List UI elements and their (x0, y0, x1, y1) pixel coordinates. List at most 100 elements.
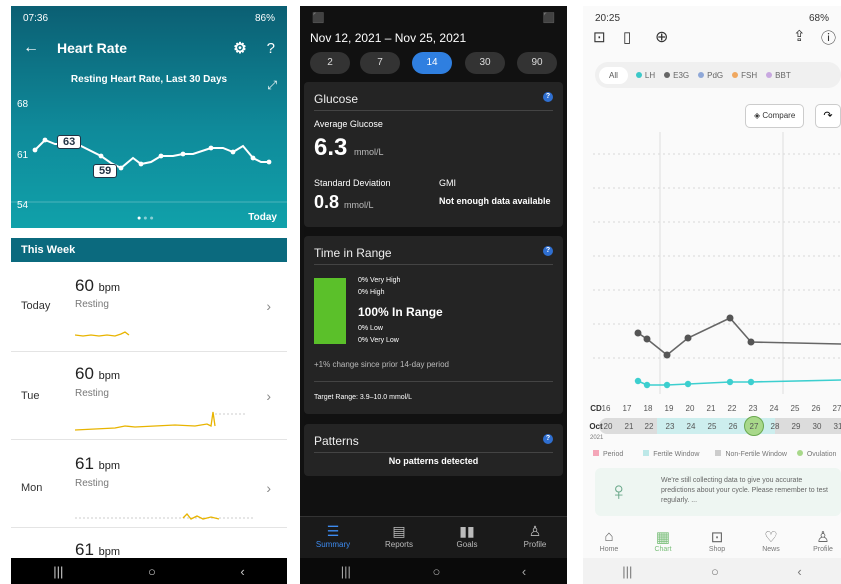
date-row: Oct 20 21 22 23 24 25 26 27 28 29 30 31 (583, 422, 841, 434)
range-bar (314, 278, 346, 344)
card-title: Patterns (314, 434, 359, 448)
time-in-range-card: Time in Range ? 0% Very High 0% High 100… (304, 236, 563, 414)
legend-period: Period (593, 450, 623, 458)
card-title: Time in Range (314, 246, 392, 260)
add-icon[interactable]: ⊕ (655, 27, 668, 47)
system-nav-bar: ||| ○ ‹ (300, 558, 567, 584)
card-title: Glucose (314, 92, 359, 106)
back-icon[interactable]: ‹ (240, 564, 244, 579)
day-row-tue[interactable]: Tue 60 bpm Resting › (11, 352, 287, 440)
heart-icon: ♡ (764, 529, 778, 546)
high: 0% High (358, 289, 385, 296)
filter-fsh[interactable]: FSH (732, 71, 757, 80)
gmi-value: Not enough data available (439, 196, 551, 206)
status-battery: 68% (808, 12, 829, 24)
document-icon[interactable]: ▯ (623, 28, 631, 46)
info-icon[interactable]: ⓘ (821, 27, 836, 48)
sd-label: Standard Deviation (314, 178, 391, 188)
day-row-mon[interactable]: Mon 61 bpm Resting › (11, 440, 287, 528)
hormone-chart[interactable] (583, 132, 841, 394)
row-day: Tue (21, 390, 40, 402)
tab-shop[interactable]: ⊡ Shop (697, 528, 737, 553)
illustration-icon: ♀ (609, 476, 629, 506)
in-range: 100% In Range (358, 305, 443, 319)
mini-chart (75, 411, 245, 431)
cycle-day-row: CD 16 17 18 19 20 21 22 23 24 25 26 27 (583, 404, 841, 416)
row-day: Today (21, 300, 51, 312)
tab-reports[interactable]: ▤ Reports (374, 523, 424, 549)
home-icon[interactable]: ○ (711, 564, 719, 579)
filter-lh[interactable]: LH (635, 71, 655, 80)
tab-chart[interactable]: ▦ Chart (643, 528, 683, 553)
filter-e3g[interactable]: E3G (664, 71, 689, 80)
tab-profile[interactable]: ♙ Profile (803, 528, 841, 553)
very-low: 0% Very Low (358, 337, 399, 344)
layers-icon: ◈ (754, 111, 761, 120)
year-label: 2021 (590, 435, 604, 441)
bottom-tab-bar: ☰ Summary ▤ Reports ▮▮ Goals ♙ Profile (300, 516, 567, 558)
person-icon: ♙ (816, 529, 830, 546)
chevron-right-icon: › (266, 480, 271, 496)
period-7[interactable]: 7 (360, 52, 400, 74)
compare-button[interactable]: ◈ Compare (745, 104, 805, 128)
tab-news[interactable]: ♡ News (751, 528, 791, 553)
row-bpm: 60 bpm (75, 364, 121, 383)
row-sub: Resting (75, 388, 109, 399)
patterns-text: No patterns detected (388, 456, 479, 466)
recents-icon[interactable]: ||| (53, 564, 63, 579)
period-90[interactable]: 90 (517, 52, 557, 74)
recents-icon[interactable]: ||| (341, 564, 351, 579)
patterns-card: Patterns ? No patterns detected (304, 424, 563, 476)
system-nav-bar: ||| ○ ‹ (11, 558, 287, 584)
trend-icon[interactable]: ⊡ (593, 28, 606, 46)
filter-bbt[interactable]: BBT (766, 71, 791, 80)
avg-label: Average Glucose (314, 119, 383, 129)
min-value-bubble: 59 (93, 164, 118, 178)
help-icon[interactable]: ? (543, 92, 553, 102)
back-icon[interactable]: ‹ (797, 564, 801, 579)
hormone-filter-bar: All LH E3G PdG FSH BBT (595, 62, 841, 88)
home-icon: ⌂ (604, 528, 614, 545)
tab-profile[interactable]: ♙ Profile (510, 523, 560, 549)
period-30[interactable]: 30 (465, 52, 505, 74)
avg-value: 6.3 mmol/L (314, 134, 384, 161)
row-bpm: 61 bpm (75, 454, 121, 473)
low: 0% Low (358, 325, 383, 332)
status-bar: ⬛ ⬛ (312, 12, 555, 24)
help-icon[interactable]: ? (543, 246, 553, 256)
status-time: 20:25 (595, 12, 621, 24)
help-icon[interactable]: ? (543, 434, 553, 444)
very-high: 0% Very High (358, 277, 401, 284)
day-row-today[interactable]: Today 60 bpm Resting › (11, 262, 287, 352)
gmi-label: GMI (439, 178, 456, 188)
heart-rate-screen: 07:36 86% ← Heart Rate ⚙ ? Resting Heart… (11, 6, 287, 584)
tab-summary[interactable]: ☰ Summary (308, 523, 358, 549)
info-banner[interactable]: ♀ We're still collecting data to give yo… (595, 468, 841, 516)
share-icon[interactable]: ⇪ (793, 27, 806, 45)
period-2[interactable]: 2 (310, 52, 350, 74)
page-dots: ●●● (137, 215, 156, 222)
cycle-chart-screen: 20:25 68% ⊡ ▯ ⊕ ⇪ ⓘ All LH E3G PdG FSH B… (583, 6, 841, 584)
heart-rate-line-chart[interactable] (11, 6, 287, 228)
row-sub: Resting (75, 478, 109, 489)
date-range[interactable]: Nov 12, 2021 – Nov 25, 2021 (310, 31, 466, 45)
home-icon[interactable]: ○ (148, 564, 156, 579)
home-icon[interactable]: ○ (432, 564, 440, 579)
chart-icon: ▦ (655, 529, 671, 546)
row-bpm: 61 bpm (75, 540, 121, 559)
today-axis-label: Today (248, 212, 277, 223)
redo-button[interactable]: ↷ (815, 104, 841, 128)
filter-pdg[interactable]: PdG (698, 71, 723, 80)
filter-all[interactable]: All (599, 66, 628, 84)
period-14[interactable]: 14 (412, 52, 452, 74)
report-icon: ▤ (392, 523, 406, 539)
tab-goals[interactable]: ▮▮ Goals (442, 523, 492, 549)
system-nav-bar: ||| ○ ‹ (583, 558, 841, 584)
recents-icon[interactable]: ||| (622, 564, 632, 579)
sd-value: 0.8 mmol/L (314, 192, 374, 212)
glucose-summary-screen: ⬛ ⬛ Nov 12, 2021 – Nov 25, 2021 2 7 14 30… (300, 6, 567, 584)
tab-home[interactable]: ⌂ Home (589, 528, 629, 553)
back-icon[interactable]: ‹ (522, 564, 526, 579)
max-value-bubble: 63 (57, 135, 82, 149)
mini-chart (75, 331, 130, 337)
